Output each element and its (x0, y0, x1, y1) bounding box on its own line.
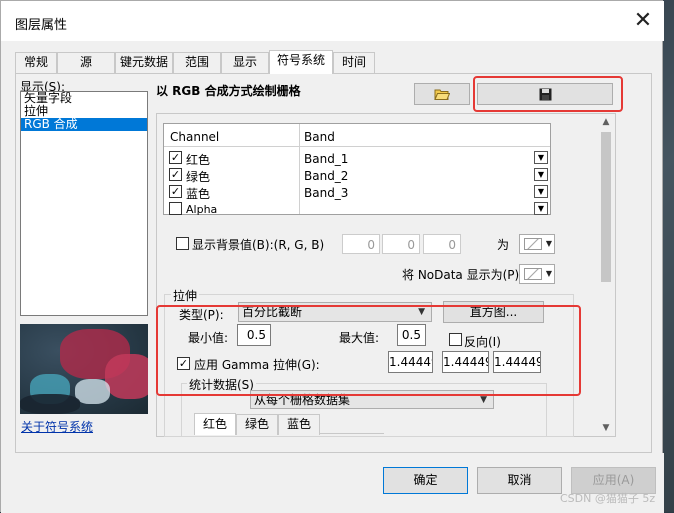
show-background-label: 显示背景值(B):(R, G, B) (192, 238, 325, 252)
statistics-source-value: 从每个栅格数据集 (254, 393, 351, 407)
tab-time[interactable]: 时间 (333, 52, 375, 73)
stretch-type-label: 类型(P): (179, 308, 224, 322)
tab-general[interactable]: 常规 (15, 52, 57, 73)
statistics-group-label: 统计数据(S) (187, 376, 256, 393)
gamma-stretch-label: 应用 Gamma 拉伸(G): (194, 358, 320, 372)
background-g-input[interactable]: 0 (382, 234, 420, 254)
open-layer-file-button[interactable] (414, 83, 470, 105)
chevron-down-icon: ▼ (418, 307, 425, 317)
table-row: ✓ 蓝色 Band_3 ▼ (164, 184, 550, 202)
statistics-source-select[interactable]: 从每个栅格数据集 ▼ (250, 390, 494, 409)
save-layer-file-button[interactable] (477, 83, 613, 105)
background-b-input[interactable]: 0 (423, 234, 461, 254)
tab-display[interactable]: 显示 (221, 52, 269, 73)
band-value: Band_1 (304, 152, 349, 166)
chevron-down-icon: ▼ (545, 269, 552, 278)
channel-red-checkbox[interactable]: ✓ (169, 151, 182, 164)
channel-blue-checkbox[interactable]: ✓ (169, 185, 182, 198)
table-row: ✓ 红色 Band_1 ▼ (164, 149, 550, 167)
stretch-group-label: 拉伸 (171, 287, 200, 304)
chevron-down-icon: ▼ (545, 239, 552, 248)
ok-button[interactable]: 确定 (383, 467, 468, 494)
cancel-button[interactable]: 取消 (477, 467, 562, 494)
column-header-band: Band (304, 130, 335, 144)
invert-checkbox[interactable] (449, 333, 462, 346)
gamma-blue-input[interactable]: 1.44449 (493, 351, 541, 373)
about-symbology-link[interactable]: 关于符号系统 (21, 418, 93, 435)
show-background-checkbox[interactable] (176, 237, 189, 250)
as-label: 为 (497, 238, 510, 252)
band-dropdown-icon[interactable]: ▼ (534, 202, 548, 215)
max-value-label: 最大值: (339, 331, 380, 345)
close-icon[interactable]: ✕ (631, 10, 655, 34)
channel-table: Channel Band ✓ 红色 Band_1 ▼ ✓ 绿色 Band_2 ▼… (163, 123, 551, 216)
band-value: Band_3 (304, 186, 349, 200)
channel-alpha-checkbox[interactable] (169, 202, 182, 215)
watermark: CSDN @猫猫子 5z (560, 492, 656, 505)
min-value-input[interactable]: 0.5 (237, 324, 271, 346)
channel-label: 绿色 (186, 170, 211, 184)
chevron-down-icon: ▼ (480, 395, 487, 405)
band-dropdown-icon[interactable]: ▼ (534, 185, 548, 198)
folder-open-icon (434, 89, 450, 100)
table-row: ✓ 绿色 Band_2 ▼ (164, 167, 550, 185)
color-swatch-icon (524, 238, 542, 250)
tab-symbology[interactable]: 符号系统 (269, 50, 333, 74)
min-value-label: 最小值: (188, 331, 229, 345)
band-dropdown-icon[interactable]: ▼ (534, 151, 548, 164)
stretch-type-value: 百分比截断 (242, 305, 303, 319)
channel-label: Alpha (186, 203, 218, 216)
tab-key-metadata[interactable]: 键元数据 (115, 52, 173, 73)
tab-extent[interactable]: 范围 (173, 52, 221, 73)
nodata-color-picker[interactable]: ▼ (519, 264, 555, 284)
channel-green-checkbox[interactable]: ✓ (169, 168, 182, 181)
window-title: 图层属性 (15, 18, 68, 33)
invert-label: 反向(I) (464, 335, 501, 349)
nodata-label: 将 NoData 显示为(P) (402, 268, 520, 282)
tab-stats-green[interactable]: 绿色 (236, 414, 278, 435)
band-dropdown-icon[interactable]: ▼ (534, 168, 548, 181)
vertical-scrollbar[interactable]: ▲ ▼ (597, 114, 615, 436)
tab-stats-blue[interactable]: 蓝色 (278, 414, 320, 435)
table-header: Channel Band (164, 126, 550, 147)
gamma-green-input[interactable]: 1.44449 (442, 351, 489, 373)
color-swatch-icon (524, 268, 542, 280)
save-icon (539, 88, 551, 100)
scrollbar-thumb[interactable] (601, 132, 611, 282)
tab-stats-red[interactable]: 红色 (194, 413, 236, 435)
symbology-preview-image (20, 324, 148, 414)
max-value-input[interactable]: 0.5 (397, 324, 426, 346)
title-bar: 图层属性 ✕ (1, 1, 664, 41)
layer-properties-dialog: 图层属性 ✕ 常规 源 键元数据 范围 显示 符号系统 时间 显示(S): 矢量… (0, 0, 664, 513)
stretch-type-select[interactable]: 百分比截断 ▼ (238, 302, 432, 322)
gamma-stretch-checkbox[interactable]: ✓ (177, 357, 190, 370)
panel-title: 以 RGB 合成方式绘制栅格 (156, 84, 301, 98)
list-item-rgb-composite[interactable]: RGB 合成 (21, 118, 147, 131)
column-header-channel: Channel (170, 130, 220, 144)
background-r-input[interactable]: 0 (342, 234, 380, 254)
scroll-down-icon[interactable]: ▼ (597, 420, 615, 436)
background-color-picker[interactable]: ▼ (519, 234, 555, 254)
histogram-button[interactable]: 直方图... (443, 301, 544, 323)
channel-label: 红色 (186, 153, 211, 167)
tab-source[interactable]: 源 (57, 52, 115, 73)
band-value: Band_2 (304, 169, 349, 183)
renderer-list: 矢量字段 拉伸 RGB 合成 (20, 91, 148, 316)
scroll-up-icon[interactable]: ▲ (597, 114, 615, 130)
table-row: Alpha ▼ (164, 201, 550, 219)
gamma-red-input[interactable]: 1.44449 (388, 351, 433, 373)
channel-label: 蓝色 (186, 187, 211, 201)
